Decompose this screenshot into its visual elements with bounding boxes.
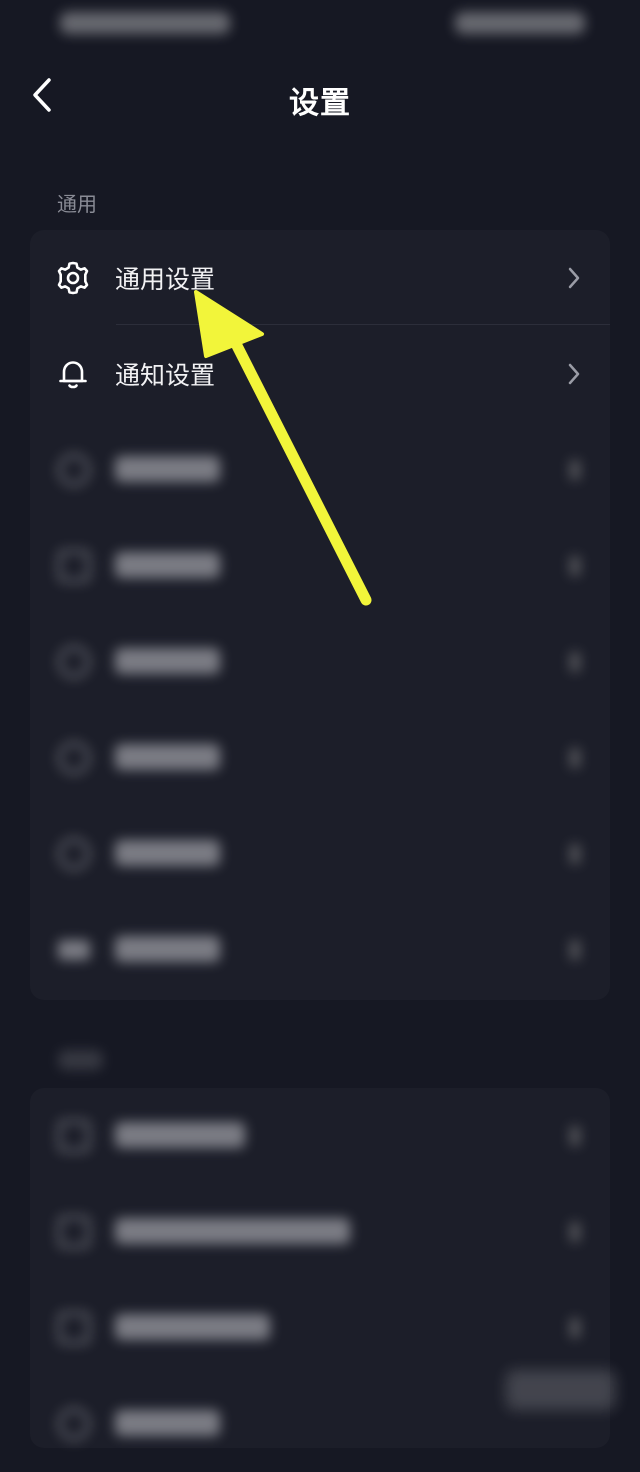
- settings-item-icon: [58, 1408, 90, 1440]
- chevron-right-icon: [570, 556, 580, 576]
- settings-item-label: [115, 1314, 270, 1340]
- settings-item-icon: [58, 940, 90, 960]
- bell-icon: [59, 361, 87, 389]
- settings-item-icon: [58, 1216, 90, 1248]
- settings-item-icon: [58, 838, 90, 870]
- settings-item-blurred[interactable]: [30, 1184, 610, 1280]
- watermark-block: [506, 1370, 616, 1410]
- settings-item-blurred[interactable]: [30, 806, 610, 902]
- chevron-right-icon: [568, 363, 580, 385]
- settings-item-label: [115, 1218, 350, 1244]
- chevron-right-icon: [570, 652, 580, 672]
- chevron-right-icon: [570, 460, 580, 480]
- settings-item-blurred[interactable]: [30, 422, 610, 518]
- gear-icon: [57, 261, 89, 295]
- divider: [116, 324, 610, 325]
- chevron-right-icon: [570, 1222, 580, 1242]
- settings-item-notification[interactable]: 通知设置: [30, 326, 610, 422]
- section-label-blurred: [58, 1050, 103, 1070]
- chevron-right-icon: [570, 1318, 580, 1338]
- settings-item-blurred[interactable]: [30, 710, 610, 806]
- settings-item-general[interactable]: 通用设置: [30, 230, 610, 326]
- settings-item-blurred[interactable]: [30, 1088, 610, 1184]
- settings-item-icon: [58, 1120, 90, 1152]
- settings-item-label: [115, 648, 220, 674]
- settings-item-icon: [58, 1312, 90, 1344]
- settings-item-label: [115, 1122, 245, 1148]
- settings-item-label: [115, 744, 220, 770]
- settings-item-blurred[interactable]: [30, 902, 610, 998]
- settings-card-general: 通用设置 通知设置: [30, 230, 610, 1000]
- settings-item-label: 通用设置: [115, 265, 216, 294]
- settings-item-blurred[interactable]: [30, 614, 610, 710]
- page-title: 设置: [289, 86, 351, 121]
- section-label-general: 通用: [57, 192, 97, 216]
- chevron-right-icon: [568, 267, 580, 289]
- settings-item-icon: [58, 550, 90, 582]
- settings-item-label: [115, 456, 220, 482]
- settings-item-icon: [58, 454, 90, 486]
- chevron-right-icon: [570, 940, 580, 960]
- chevron-right-icon: [570, 748, 580, 768]
- chevron-right-icon: [570, 1126, 580, 1146]
- status-bar: [0, 0, 640, 50]
- settings-item-label: [115, 552, 220, 578]
- settings-item-label: [115, 1410, 220, 1436]
- settings-item-label: 通知设置: [115, 361, 216, 390]
- settings-item-label: [115, 840, 220, 866]
- watermark: [506, 1354, 616, 1414]
- status-icons: [455, 12, 585, 34]
- chevron-right-icon: [570, 844, 580, 864]
- carrier-info: [60, 12, 230, 34]
- settings-item-icon: [58, 742, 90, 774]
- nav-bar: 设置: [0, 50, 640, 140]
- settings-item-icon: [58, 646, 90, 678]
- settings-item-blurred[interactable]: [30, 518, 610, 614]
- settings-item-label: [115, 936, 220, 962]
